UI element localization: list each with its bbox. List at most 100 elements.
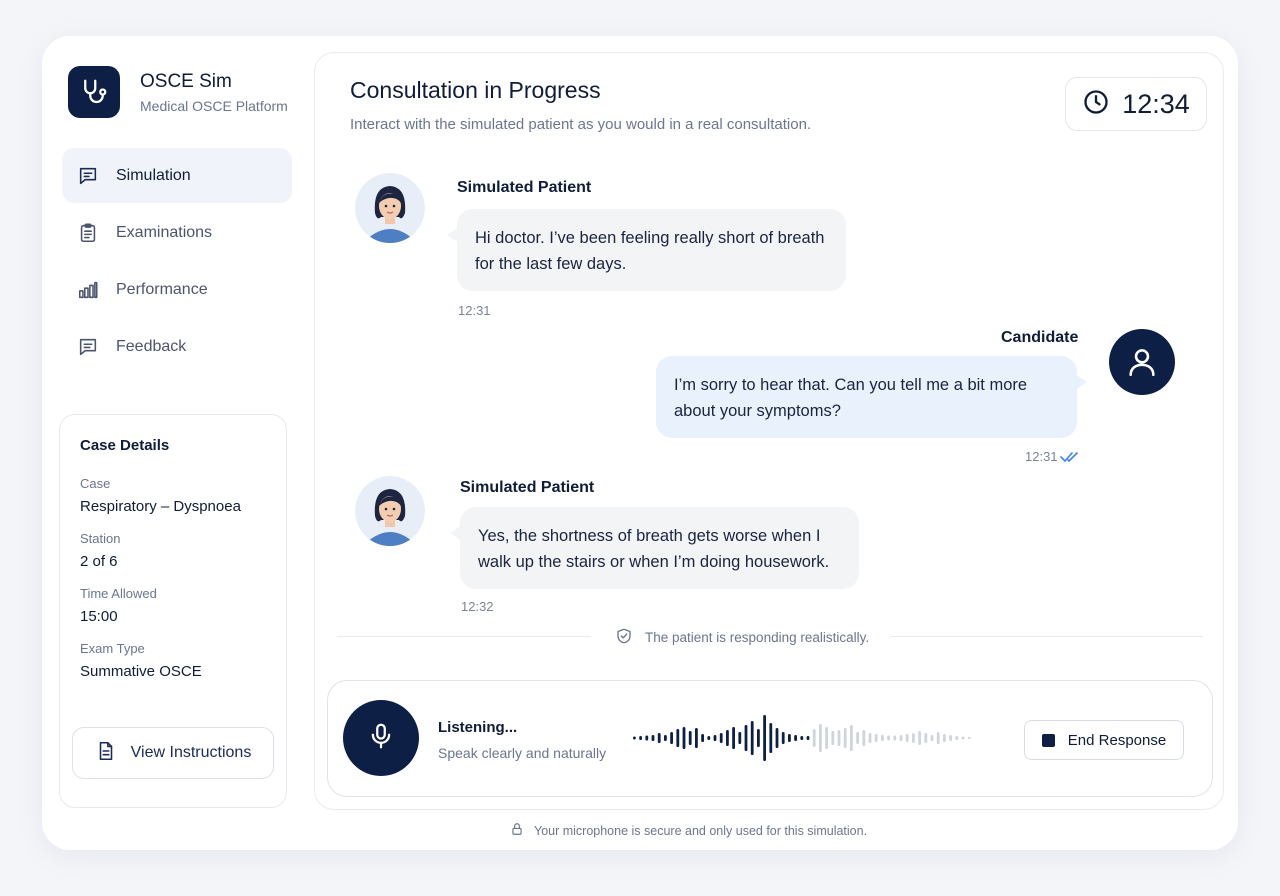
stop-icon [1041,733,1055,747]
page-subtitle: Interact with the simulated patient as y… [350,116,812,133]
sidebar-nav: Simulation Examinations Performance Feed… [62,148,292,376]
station-field-label: Station [80,531,121,546]
waveform-bar [639,736,642,740]
waveform-bar [713,735,717,741]
sidebar-item-performance[interactable]: Performance [62,262,292,317]
exam-type-value: Summative OSCE [80,663,202,680]
waveform-bar [831,731,835,745]
waveform-bar [943,734,946,742]
status-divider: The patient is responding realistically. [337,627,1203,647]
waveform-bar [862,730,866,746]
waveform-bar [843,728,847,748]
waveform-bar [837,730,841,746]
waveform-bar [967,737,971,739]
waveform-bar [657,733,661,743]
waveform-bar [794,735,797,741]
waveform-bar [949,735,952,741]
sidebar-item-label: Feedback [116,337,187,355]
candidate-avatar [1109,329,1175,395]
sidebar-item-feedback[interactable]: Feedback [62,319,292,374]
waveform-bar [645,735,649,741]
chat-square-icon [76,164,100,188]
microphone-button[interactable] [343,700,419,776]
waveform-bar [769,723,773,753]
waveform-bar [955,736,959,740]
clipboard-icon [76,221,100,245]
waveform-bar [757,729,760,747]
exam-type-label: Exam Type [80,641,145,656]
waveform-bar [806,736,810,740]
sidebar-item-label: Performance [116,280,208,298]
waveform-bar [912,733,915,743]
waveform-bar [788,734,791,742]
waveform-bar [905,734,909,742]
end-response-button[interactable]: End Response [1024,720,1184,760]
timer-value: 12:34 [1122,88,1190,119]
view-instructions-button[interactable]: View Instructions [72,727,274,779]
station-field: Station 2 of 6 [80,531,266,570]
message-icon [76,335,100,359]
patient-message-bubble: Hi doctor. I’ve been feeling really shor… [447,209,846,291]
case-details-card: Case Details Case Respiratory – Dyspnoea… [59,414,287,808]
patient-message-bubble: Yes, the shortness of breath gets worse … [450,507,859,589]
status-note-text: The patient is responding realistically. [645,630,870,645]
waveform-bar [930,735,934,741]
listening-hint: Speak clearly and naturally [438,745,607,761]
waveform-bar [775,728,779,748]
time-allowed-label: Time Allowed [80,586,157,601]
waveform-bar [893,735,897,741]
waveform-bar [850,725,853,751]
document-icon [95,740,117,767]
bar-chart-icon [76,278,100,302]
sidebar-item-examinations[interactable]: Examinations [62,205,292,260]
speaker-name: Simulated Patient [457,179,592,196]
waveform-bar [744,725,748,751]
waveform-bar [812,729,816,747]
speaker-name: Simulated Patient [460,479,595,496]
waveform-bar [825,727,828,749]
message-timestamp: 12:31 [1025,449,1058,464]
shield-icon [615,627,633,648]
brand-name: OSCE Sim [140,70,232,92]
station-field-value: 2 of 6 [80,553,118,570]
waveform-bar [701,734,704,742]
waveform-bar [676,729,680,747]
waveform-bar [881,735,884,741]
waveform-bar [936,732,940,744]
waveform-bar [738,732,742,744]
waveform-bar [719,733,723,743]
read-receipt-icon [1060,450,1080,468]
stethoscope-icon [68,66,120,118]
waveform-bar [695,728,698,748]
brand-subtitle: Medical OSCE Platform [140,97,288,114]
privacy-footer: Your microphone is secure and only used … [510,822,867,839]
patient-avatar [355,173,425,243]
brand: OSCE Sim Medical OSCE Platform [68,66,288,118]
waveform-bar [819,724,822,752]
case-field-label: Case [80,476,111,491]
waveform-bar [726,730,729,746]
waveform-bar [856,732,859,744]
waveform-bar [781,732,785,744]
lock-icon [510,822,524,839]
candidate-message-bubble: I’m sorry to hear that. Can you tell me … [656,356,1087,438]
case-field-value: Respiratory – Dyspnoea [80,498,241,515]
privacy-footer-text: Your microphone is secure and only used … [534,823,868,838]
app-window: OSCE Sim Medical OSCE Platform Simulatio… [42,36,1238,850]
exam-type-field: Exam Type Summative OSCE [80,641,266,680]
sidebar-item-label: Simulation [116,166,191,184]
time-allowed-value: 15:00 [80,608,118,625]
audio-waveform [633,715,971,761]
message-timestamp: 12:31 [458,303,491,318]
patient-avatar [355,476,425,546]
waveform-bar [763,715,766,761]
waveform-bar [924,733,928,743]
time-allowed-field: Time Allowed 15:00 [80,586,266,625]
listening-status: Listening... [438,719,518,736]
status-note: The patient is responding realistically. [615,627,869,648]
case-details-title: Case Details [80,437,170,454]
page-title: Consultation in Progress [350,77,601,103]
sidebar-item-simulation[interactable]: Simulation [62,148,292,203]
waveform-bar [800,736,804,740]
waveform-bar [899,735,903,741]
